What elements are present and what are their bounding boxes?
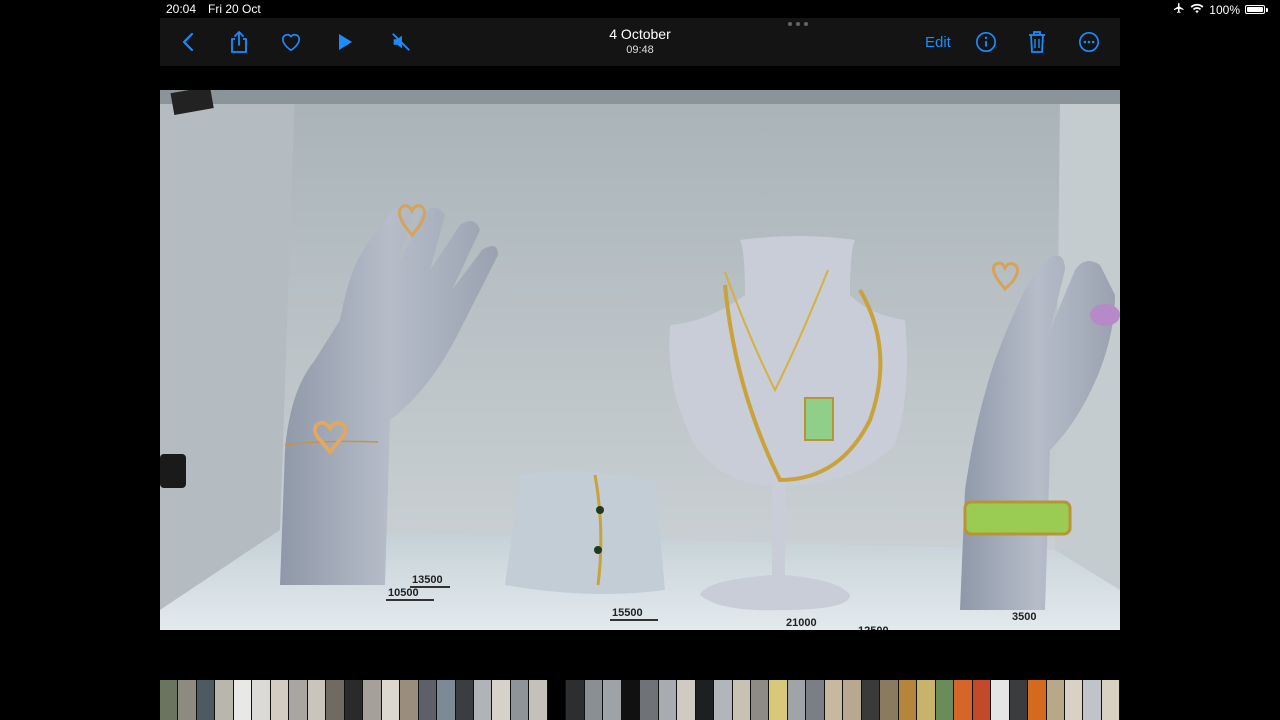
filmstrip-thumbnail[interactable] [880, 680, 899, 720]
status-bar: 20:04 Fri 20 Oct 100% [0, 0, 1280, 18]
filmstrip-thumbnail[interactable] [547, 680, 567, 720]
filmstrip-thumbnail[interactable] [769, 680, 788, 720]
filmstrip-thumbnail[interactable] [307, 680, 327, 720]
filmstrip-thumbnail[interactable] [473, 680, 493, 720]
multitasking-grabber[interactable] [788, 22, 808, 26]
filmstrip-thumbnail[interactable] [492, 680, 511, 720]
filmstrip-thumbnail[interactable] [363, 680, 382, 720]
photo-viewer-image[interactable]: 13500 10500 15500 21000 12500 3500 [160, 90, 1120, 630]
airplane-icon [1173, 2, 1185, 17]
filmstrip-thumbnail[interactable] [196, 680, 216, 720]
back-chevron-icon[interactable] [174, 28, 202, 56]
filmstrip-thumbnail[interactable] [843, 680, 862, 720]
filmstrip-thumbnail[interactable] [732, 680, 751, 720]
filmstrip-thumbnail[interactable] [510, 680, 530, 720]
filmstrip-thumbnail[interactable] [787, 680, 807, 720]
filmstrip-thumbnail[interactable] [326, 680, 345, 720]
filmstrip-thumbnail[interactable] [621, 680, 641, 720]
filmstrip-thumbnail[interactable] [529, 680, 548, 720]
price-tag: 12500 [858, 625, 889, 630]
more-options-icon[interactable] [1075, 28, 1103, 56]
favorite-heart-icon[interactable] [277, 28, 305, 56]
filmstrip-thumbnail[interactable] [344, 680, 364, 720]
filmstrip-thumbnail[interactable] [1083, 680, 1102, 720]
play-icon[interactable] [331, 28, 359, 56]
filmstrip-thumbnail[interactable] [233, 680, 253, 720]
filmstrip-thumbnail[interactable] [1009, 680, 1029, 720]
filmstrip-thumbnail[interactable] [1028, 680, 1047, 720]
filmstrip-thumbnail[interactable] [861, 680, 881, 720]
filmstrip-thumbnail[interactable] [1046, 680, 1065, 720]
filmstrip-thumbnail[interactable] [270, 680, 290, 720]
filmstrip-thumbnail[interactable] [566, 680, 585, 720]
jewelry-display-photo: 13500 10500 15500 21000 12500 3500 [160, 90, 1120, 630]
filmstrip-thumbnail[interactable] [178, 680, 197, 720]
filmstrip-thumbnail[interactable] [640, 680, 659, 720]
edit-button[interactable]: Edit [925, 34, 951, 51]
filmstrip-thumbnail[interactable] [1101, 680, 1121, 720]
price-tag: 13500 [412, 574, 443, 586]
filmstrip-thumbnail[interactable] [252, 680, 271, 720]
mute-speaker-icon[interactable] [387, 28, 415, 56]
price-tag: 15500 [612, 607, 643, 619]
filmstrip-thumbnail[interactable] [381, 680, 401, 720]
filmstrip-thumbnail[interactable] [400, 680, 419, 720]
filmstrip-thumbnail[interactable] [289, 680, 308, 720]
battery-icon [1245, 5, 1265, 14]
filmstrip-thumbnail[interactable] [437, 680, 456, 720]
filmstrip-thumbnail[interactable] [418, 680, 438, 720]
price-tag: 21000 [786, 617, 817, 629]
filmstrip-thumbnail[interactable] [751, 680, 770, 720]
wifi-icon [1190, 3, 1204, 17]
filmstrip-thumbnail[interactable] [954, 680, 973, 720]
share-icon[interactable] [225, 28, 253, 56]
filmstrip-thumbnail[interactable] [677, 680, 696, 720]
filmstrip-thumbnail[interactable] [160, 680, 179, 720]
battery-percentage: 100% [1209, 2, 1240, 17]
photo-date-header: 4 October 09:48 [540, 26, 740, 56]
filmstrip-thumbnail[interactable] [1064, 680, 1084, 720]
status-time: 20:04 [166, 2, 197, 16]
status-indicators: 100% [1173, 2, 1268, 17]
photo-filmstrip [160, 680, 1121, 720]
filmstrip-thumbnail[interactable] [215, 680, 234, 720]
photo-time: 09:48 [626, 44, 654, 56]
filmstrip-thumbnail[interactable] [806, 680, 825, 720]
filmstrip-thumbnail[interactable] [695, 680, 715, 720]
status-date: Fri 20 Oct [208, 2, 261, 16]
filmstrip-thumbnail[interactable] [714, 680, 733, 720]
filmstrip-thumbnail[interactable] [658, 680, 678, 720]
filmstrip-thumbnail[interactable] [935, 680, 955, 720]
trash-icon[interactable] [1023, 28, 1051, 56]
filmstrip-thumbnail[interactable] [824, 680, 844, 720]
filmstrip-thumbnail[interactable] [455, 680, 474, 720]
photo-toolbar: 4 October 09:48 Edit [160, 18, 1120, 66]
filmstrip-thumbnail[interactable] [898, 680, 918, 720]
filmstrip-thumbnail[interactable] [584, 680, 604, 720]
photo-date: 4 October [609, 26, 671, 42]
filmstrip-thumbnail[interactable] [603, 680, 622, 720]
price-tag: 10500 [388, 587, 419, 599]
info-icon[interactable] [972, 28, 1000, 56]
filmstrip-thumbnail[interactable] [917, 680, 936, 720]
filmstrip-thumbnail[interactable] [972, 680, 992, 720]
filmstrip-thumbnail[interactable] [991, 680, 1010, 720]
price-tag: 3500 [1012, 611, 1036, 623]
